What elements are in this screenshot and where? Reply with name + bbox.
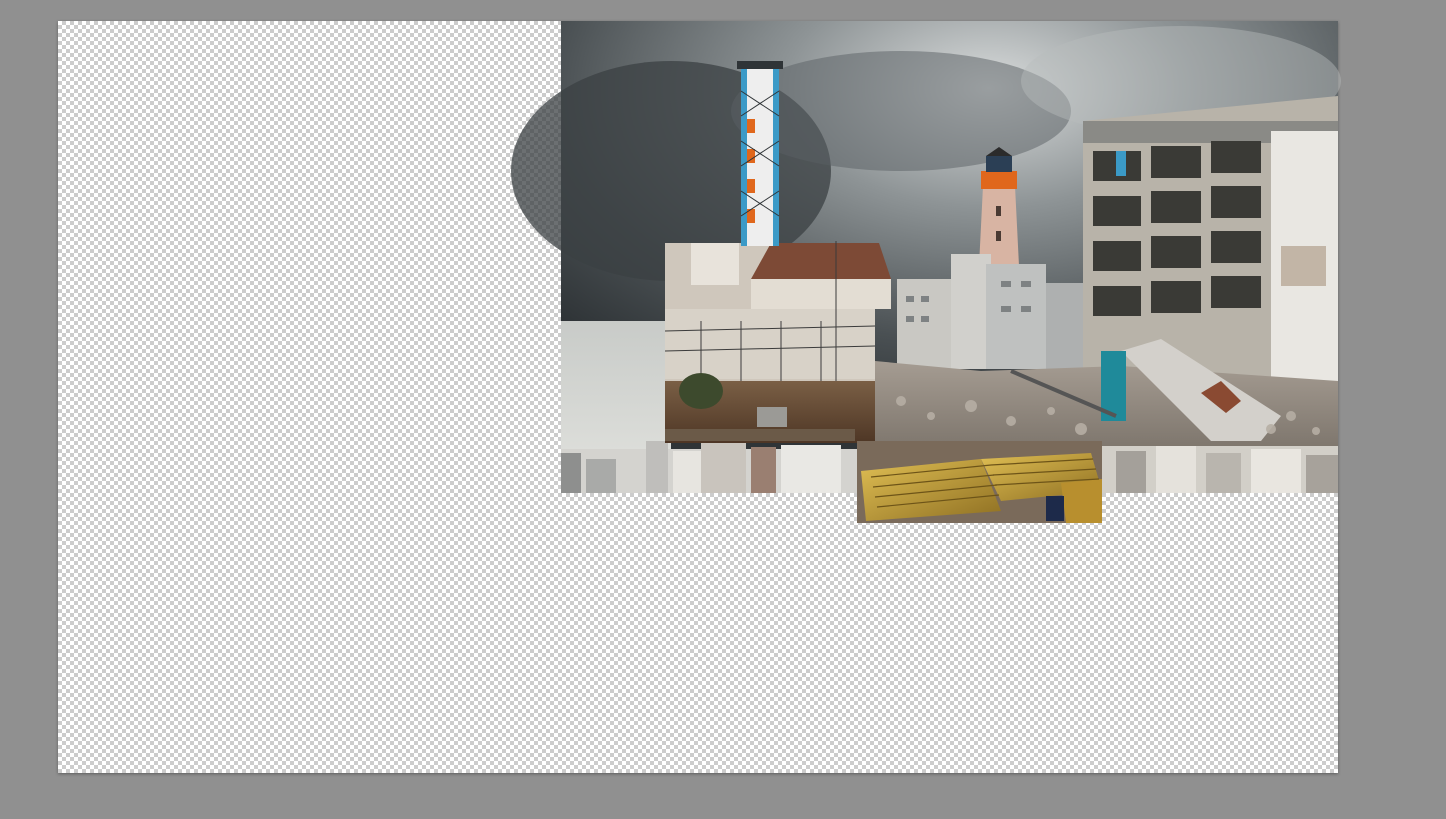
lighthouse-lamp — [981, 171, 1017, 189]
skyline-building — [1156, 445, 1196, 493]
skyline-building — [701, 441, 746, 493]
document-canvas[interactable] — [58, 21, 1341, 773]
skyline-building — [561, 453, 581, 493]
corrugated-roof-layer[interactable] — [857, 441, 1102, 523]
ruined-building-layer[interactable] — [1083, 96, 1338, 381]
skyline-building — [1116, 451, 1146, 493]
yellow-sheet — [1061, 479, 1102, 523]
blue-debris — [1046, 496, 1064, 521]
composite-svg — [511, 21, 1341, 523]
workspace-area[interactable] — [0, 0, 1446, 819]
ruined-wall-patch — [1281, 246, 1326, 286]
lighthouse-lantern — [986, 156, 1012, 172]
lighthouse-window — [996, 231, 1001, 241]
reactor-wall — [751, 279, 891, 309]
skyline-building — [586, 459, 616, 493]
small-shed — [757, 407, 787, 427]
tree — [679, 373, 723, 409]
skyline-building — [1251, 449, 1301, 493]
reactor-block — [691, 243, 739, 285]
lighthouse-window — [996, 206, 1001, 216]
skyline-building — [751, 447, 776, 493]
skyline-building — [646, 441, 668, 493]
skyline-building — [1206, 453, 1241, 493]
rusty-roof — [751, 243, 891, 279]
photo-composite[interactable] — [511, 21, 1341, 523]
blue-detail — [1116, 151, 1126, 176]
skyline-building — [1306, 455, 1338, 493]
chimney — [737, 61, 783, 246]
skyline-building — [781, 445, 841, 493]
reactor-lower-wall — [665, 309, 875, 379]
reactor-base-edge — [665, 429, 855, 441]
